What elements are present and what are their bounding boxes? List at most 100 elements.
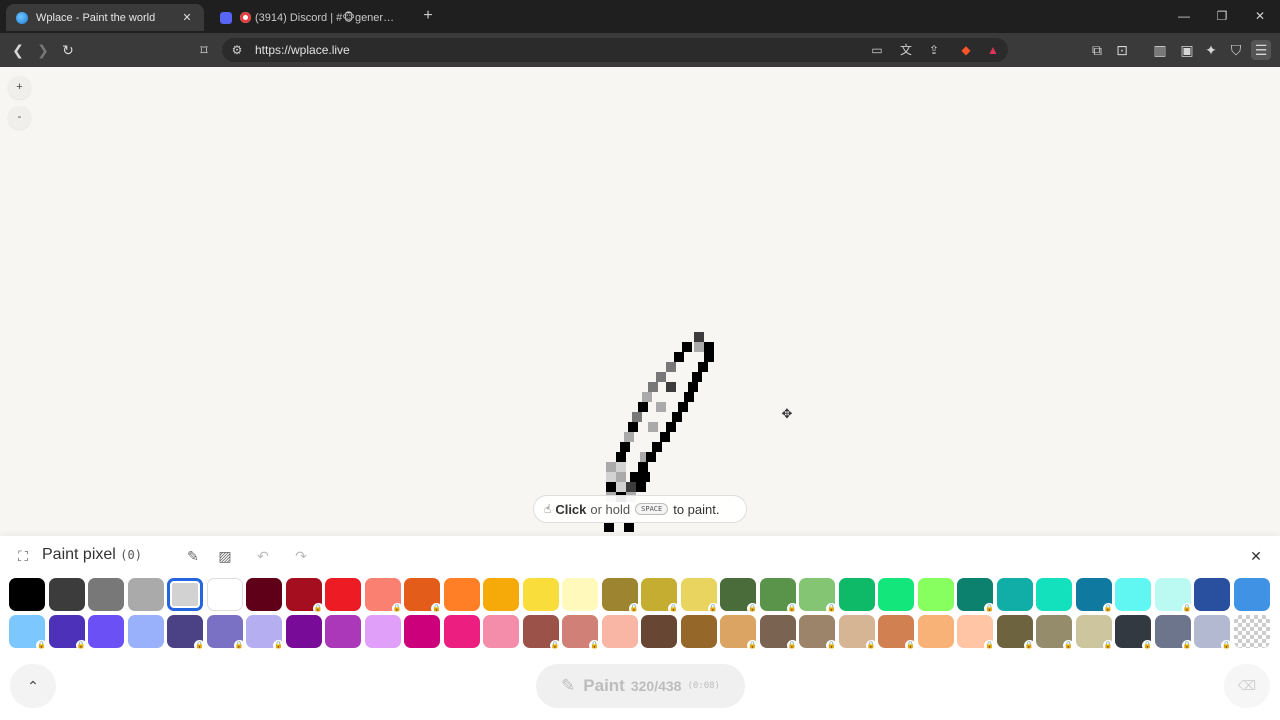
color-swatch[interactable]: 🔒 [1036, 615, 1074, 651]
color-swatch[interactable] [325, 578, 361, 611]
color-swatch[interactable]: 🔒 [759, 578, 798, 614]
color-swatch[interactable] [917, 615, 954, 648]
color-swatch[interactable]: 🔒 [364, 578, 403, 614]
color-swatch[interactable] [325, 615, 361, 648]
brave-shield-icon[interactable]: ◆ [957, 41, 975, 59]
arrow-left-icon[interactable]: ❮ [8, 40, 28, 60]
color-swatch[interactable] [404, 615, 440, 648]
color-swatch[interactable]: 🔒 [996, 615, 1035, 651]
paint-button[interactable]: ✎ Paint 320/438 (0:08) [536, 664, 745, 708]
leo-ai-icon[interactable]: ✦ [1201, 40, 1221, 60]
color-swatch[interactable]: 🔒 [680, 578, 719, 614]
color-swatch[interactable]: 🔒 [957, 615, 995, 651]
color-swatch[interactable] [206, 578, 243, 611]
arrow-right-icon[interactable]: ❯ [33, 40, 53, 60]
reload-icon[interactable]: ↻ [58, 40, 78, 60]
color-swatch[interactable] [483, 615, 519, 648]
color-swatch[interactable]: 🔒 [957, 578, 995, 614]
puzzle-icon[interactable]: ⧉ [1087, 40, 1107, 60]
color-swatch[interactable] [88, 615, 124, 648]
close-icon[interactable]: ✕ [1246, 546, 1266, 566]
color-swatch[interactable] [1194, 578, 1230, 611]
color-swatch[interactable] [167, 578, 203, 611]
color-swatch[interactable] [641, 615, 677, 648]
color-swatch[interactable]: 🔒 [522, 615, 561, 651]
color-swatch[interactable]: 🔒 [641, 578, 679, 614]
translate-icon[interactable]: 文 [897, 41, 915, 59]
tab-discord[interactable]: (3914) Discord | #🐵general🐵 | [210, 4, 408, 31]
chevrons-up-icon[interactable]: ⌃ [10, 664, 56, 708]
color-swatch[interactable] [246, 578, 282, 611]
color-swatch[interactable]: 🔒 [206, 615, 245, 651]
color-swatch[interactable]: 🔒 [759, 615, 798, 651]
color-swatch[interactable]: 🔒 [799, 615, 837, 651]
color-swatch[interactable] [127, 615, 164, 648]
color-swatch[interactable]: 🔒 [838, 615, 877, 651]
color-swatch[interactable]: 🔒 [9, 615, 47, 651]
color-swatch[interactable]: 🔒 [601, 578, 640, 614]
eraser-icon[interactable]: ⌫ [1224, 664, 1270, 708]
address-bar[interactable]: ⚙ https://wplace.live ▭ 文 ⇪ ◆ ▲ [222, 38, 1008, 62]
sidebar-icon[interactable]: ▥ [1150, 40, 1170, 60]
color-swatch[interactable]: 🔒 [562, 615, 600, 651]
swatch-transparent[interactable] [1233, 615, 1270, 648]
color-swatch[interactable]: 🔒 [1154, 578, 1193, 614]
eyedropper-icon[interactable]: ✎ [183, 546, 203, 566]
redo-icon[interactable]: ↷ [291, 546, 311, 566]
color-swatch[interactable]: 🔒 [48, 615, 87, 651]
color-swatch[interactable]: 🔒 [285, 578, 324, 614]
window-close-icon[interactable]: ✕ [1250, 6, 1270, 26]
close-icon[interactable]: ✕ [180, 11, 194, 24]
color-swatch[interactable]: 🔒 [246, 615, 284, 651]
color-swatch[interactable]: 🔒 [720, 615, 758, 651]
undo-icon[interactable]: ↶ [253, 546, 273, 566]
color-swatch[interactable]: 🔒 [1154, 615, 1193, 651]
color-swatch[interactable] [443, 615, 480, 648]
color-swatch[interactable] [878, 578, 914, 611]
bookmark-icon[interactable]: ⌑ [194, 40, 214, 60]
wallet-icon[interactable]: ▣ [1177, 40, 1197, 60]
color-swatch[interactable] [996, 578, 1033, 611]
color-swatch[interactable]: 🔒 [1115, 615, 1153, 651]
brave-rewards-icon[interactable]: ▲ [984, 41, 1002, 59]
color-swatch[interactable]: 🔒 [1194, 615, 1232, 651]
color-swatch[interactable]: 🔒 [878, 615, 916, 651]
color-swatch[interactable]: 🔒 [1075, 615, 1114, 651]
image-icon[interactable]: ▨ [215, 546, 235, 566]
url-text[interactable]: https://wplace.live [255, 43, 350, 57]
color-swatch[interactable]: 🔒 [404, 578, 442, 614]
tune-icon[interactable]: ⚙ [228, 41, 246, 59]
restore-icon[interactable]: ❐ [1212, 6, 1232, 26]
zoom-out-button[interactable]: - [8, 106, 31, 129]
screenshot-icon[interactable]: ⊡ [1112, 40, 1132, 60]
zoom-in-button[interactable]: + [8, 76, 31, 99]
color-swatch[interactable] [522, 578, 559, 611]
color-swatch[interactable] [601, 615, 638, 648]
color-swatch[interactable] [127, 578, 164, 611]
color-swatch[interactable] [838, 578, 875, 611]
new-tab-button[interactable]: + [418, 6, 438, 26]
fullscreen-icon[interactable]: ⛶ [13, 546, 33, 566]
tab-wplace[interactable]: Wplace - Paint the world ✕ [6, 4, 204, 31]
color-swatch[interactable] [364, 615, 401, 648]
color-swatch[interactable] [9, 578, 45, 611]
color-swatch[interactable] [285, 615, 322, 648]
color-swatch[interactable] [1115, 578, 1151, 611]
share-icon[interactable]: ⇪ [925, 41, 943, 59]
color-swatch[interactable] [680, 615, 717, 648]
color-swatch[interactable]: 🔒 [799, 578, 837, 614]
color-swatch[interactable]: 🔒 [720, 578, 758, 614]
color-swatch[interactable] [48, 578, 85, 611]
hamburger-menu-icon[interactable]: ☰ [1251, 40, 1271, 60]
color-swatch[interactable] [88, 578, 124, 611]
color-swatch[interactable] [1036, 578, 1072, 611]
color-swatch[interactable]: 🔒 [167, 615, 205, 651]
cast-icon[interactable]: ▭ [868, 41, 886, 59]
color-swatch[interactable] [917, 578, 954, 611]
vpn-icon[interactable]: ⛉ [1226, 40, 1246, 60]
color-swatch[interactable] [562, 578, 598, 611]
color-swatch[interactable] [1233, 578, 1270, 611]
color-swatch[interactable] [443, 578, 480, 611]
color-swatch[interactable]: 🔒 [1075, 578, 1114, 614]
minimize-icon[interactable]: — [1174, 6, 1194, 26]
